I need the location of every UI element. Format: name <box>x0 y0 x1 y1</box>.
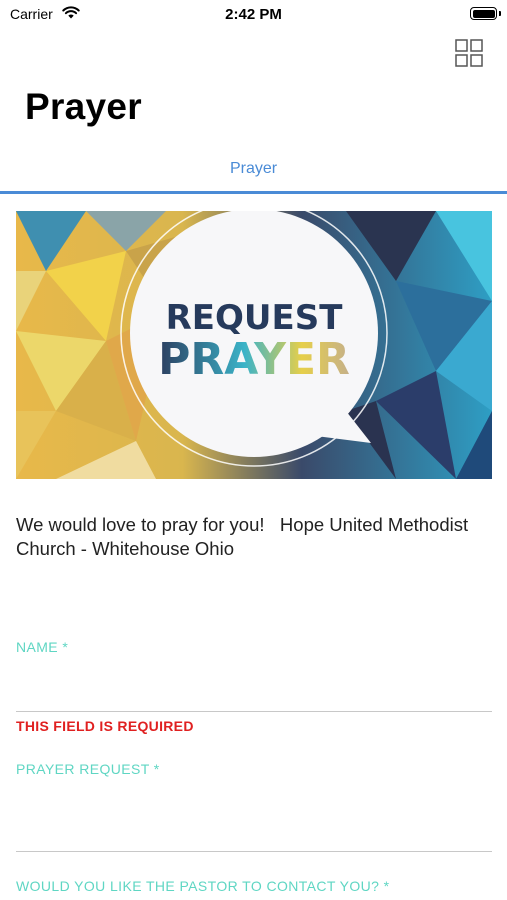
request-prayer-banner: REQUEST PRAYER <box>16 211 492 479</box>
battery-nub <box>499 11 501 16</box>
battery-icon <box>470 7 497 20</box>
tab-indicator <box>0 191 507 194</box>
status-bar: Carrier 2:42 PM <box>0 0 507 30</box>
tab-prayer[interactable]: Prayer <box>0 160 507 178</box>
tab-bar: Prayer <box>0 150 507 196</box>
name-field[interactable] <box>16 668 492 712</box>
contact-pastor-label: WOULD YOU LIKE THE PASTOR TO CONTACT YOU… <box>16 878 390 894</box>
name-label: NAME * <box>16 639 69 655</box>
name-error: THIS FIELD IS REQUIRED <box>16 718 194 734</box>
banner-line1: REQUEST <box>166 298 344 338</box>
prayer-request-label: PRAYER REQUEST * <box>16 761 160 777</box>
status-time: 2:42 PM <box>225 6 282 23</box>
banner-graphic: REQUEST PRAYER <box>16 211 492 479</box>
prayer-request-field[interactable] <box>16 790 492 852</box>
banner-line2: PRAYER <box>158 334 350 385</box>
page-title: Prayer <box>25 86 143 127</box>
grid-icon[interactable] <box>455 39 483 67</box>
intro-text: We would love to pray for you! Hope Unit… <box>16 514 474 559</box>
